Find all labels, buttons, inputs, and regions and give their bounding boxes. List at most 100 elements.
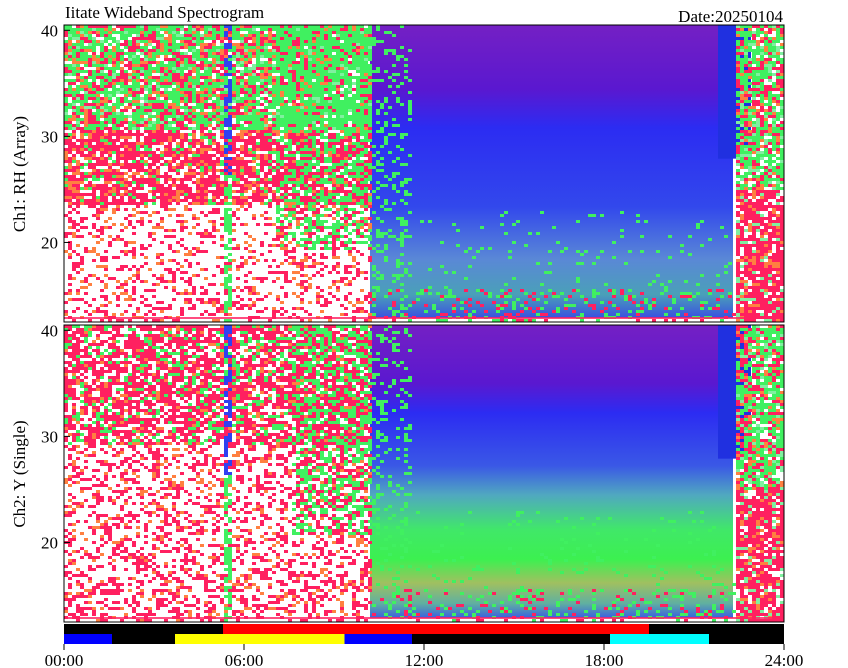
- heatmap-cell: [184, 205, 188, 208]
- heatmap-cell: [164, 154, 168, 157]
- heatmap-cell: [268, 67, 272, 70]
- heatmap-cell: [328, 214, 332, 217]
- heatmap-cell: [196, 127, 200, 130]
- heatmap-cell: [236, 46, 240, 49]
- heatmap-cell: [312, 232, 316, 235]
- heatmap-cell: [132, 232, 136, 235]
- heatmap-cell: [352, 304, 356, 307]
- heatmap-cell: [340, 58, 344, 61]
- heatmap-cell: [208, 34, 212, 37]
- heatmap-cell: [332, 232, 336, 235]
- heatmap-cell: [288, 154, 292, 157]
- heatmap-cell: [296, 178, 300, 181]
- heatmap-cell: [160, 73, 164, 76]
- heatmap-cell: [252, 97, 256, 100]
- heatmap-cell: [204, 310, 208, 313]
- heatmap-cell: [188, 307, 192, 310]
- heatmap-cell: [84, 277, 88, 280]
- heatmap-cell: [100, 238, 104, 241]
- heatmap-cell: [348, 85, 352, 88]
- heatmap-cell: [204, 28, 208, 31]
- heatmap-cell: [284, 214, 288, 217]
- heatmap-cell: [320, 91, 324, 94]
- heatmap-cell: [224, 70, 228, 73]
- heatmap-cell: [128, 127, 132, 130]
- heatmap-cell: [224, 286, 228, 289]
- heatmap-cell: [332, 124, 336, 127]
- heatmap-cell: [112, 178, 116, 181]
- heatmap-cell: [168, 142, 172, 145]
- heatmap-cell: [356, 136, 360, 139]
- heatmap-cell: [124, 28, 128, 31]
- heatmap-cell: [240, 145, 244, 148]
- heatmap-cell: [356, 148, 360, 151]
- heatmap-cell: [288, 223, 292, 226]
- heatmap-cell: [288, 202, 292, 205]
- heatmap-cell: [328, 193, 332, 196]
- heatmap-cell: [188, 91, 192, 94]
- heatmap-cell: [308, 238, 312, 241]
- heatmap-cell: [132, 52, 136, 55]
- heatmap-cell: [236, 286, 240, 289]
- heatmap-cell: [360, 115, 364, 118]
- heatmap-cell: [252, 37, 256, 40]
- heatmap-cell: [292, 97, 296, 100]
- heatmap-cell: [284, 274, 288, 277]
- heatmap-cell: [216, 64, 220, 67]
- heatmap-cell: [284, 232, 288, 235]
- heatmap-cell: [80, 133, 84, 136]
- heatmap-cell: [336, 175, 340, 178]
- heatmap-cell: [292, 178, 296, 181]
- heatmap-cell: [208, 175, 212, 178]
- heatmap-cell: [188, 133, 192, 136]
- heatmap-cell: [340, 64, 344, 67]
- heatmap-cell: [272, 259, 276, 262]
- heatmap-cell: [112, 103, 116, 106]
- heatmap-cell: [308, 118, 312, 121]
- heatmap-cell: [240, 178, 244, 181]
- heatmap-cell: [308, 235, 312, 238]
- heatmap-cell: [92, 250, 96, 253]
- heatmap-cell: [204, 193, 208, 196]
- heatmap-cell: [160, 163, 164, 166]
- heatmap-cell: [148, 166, 152, 169]
- heatmap-cell: [204, 112, 208, 115]
- heatmap-cell: [180, 190, 184, 193]
- heatmap-cell: [308, 67, 312, 70]
- heatmap-cell: [224, 229, 228, 232]
- heatmap-cell: [152, 49, 156, 52]
- heatmap-cell: [260, 241, 264, 244]
- heatmap-cell: [80, 154, 84, 157]
- heatmap-cell: [184, 280, 188, 283]
- heatmap-cell: [156, 154, 160, 157]
- heatmap-cell: [172, 88, 176, 91]
- heatmap-cell: [308, 241, 312, 244]
- heatmap-cell: [284, 199, 288, 202]
- heatmap-cell: [336, 82, 340, 85]
- heatmap-cell: [260, 31, 264, 34]
- heatmap-cell: [172, 139, 176, 142]
- heatmap-cell: [76, 265, 80, 268]
- heatmap-cell: [116, 268, 120, 271]
- heatmap-cell: [140, 49, 144, 52]
- heatmap-cell: [96, 100, 100, 103]
- heatmap-cell: [200, 76, 204, 79]
- heatmap-cell: [168, 235, 172, 238]
- heatmap-cell: [176, 43, 180, 46]
- heatmap-cell: [176, 163, 180, 166]
- heatmap-cell: [196, 181, 200, 184]
- heatmap-cell: [320, 262, 324, 265]
- heatmap-cell: [64, 124, 68, 127]
- heatmap-cell: [356, 76, 360, 79]
- heatmap-cell: [320, 172, 324, 175]
- heatmap-cell: [336, 160, 340, 163]
- heatmap-cell: [144, 130, 148, 133]
- heatmap-cell: [276, 85, 280, 88]
- heatmap-cell: [140, 145, 144, 148]
- heatmap-cell: [176, 94, 180, 97]
- heatmap-cell: [280, 130, 284, 133]
- heatmap-cell: [224, 292, 228, 295]
- heatmap-cell: [124, 73, 128, 76]
- heatmap-cell: [324, 244, 328, 247]
- heatmap-cell: [144, 193, 148, 196]
